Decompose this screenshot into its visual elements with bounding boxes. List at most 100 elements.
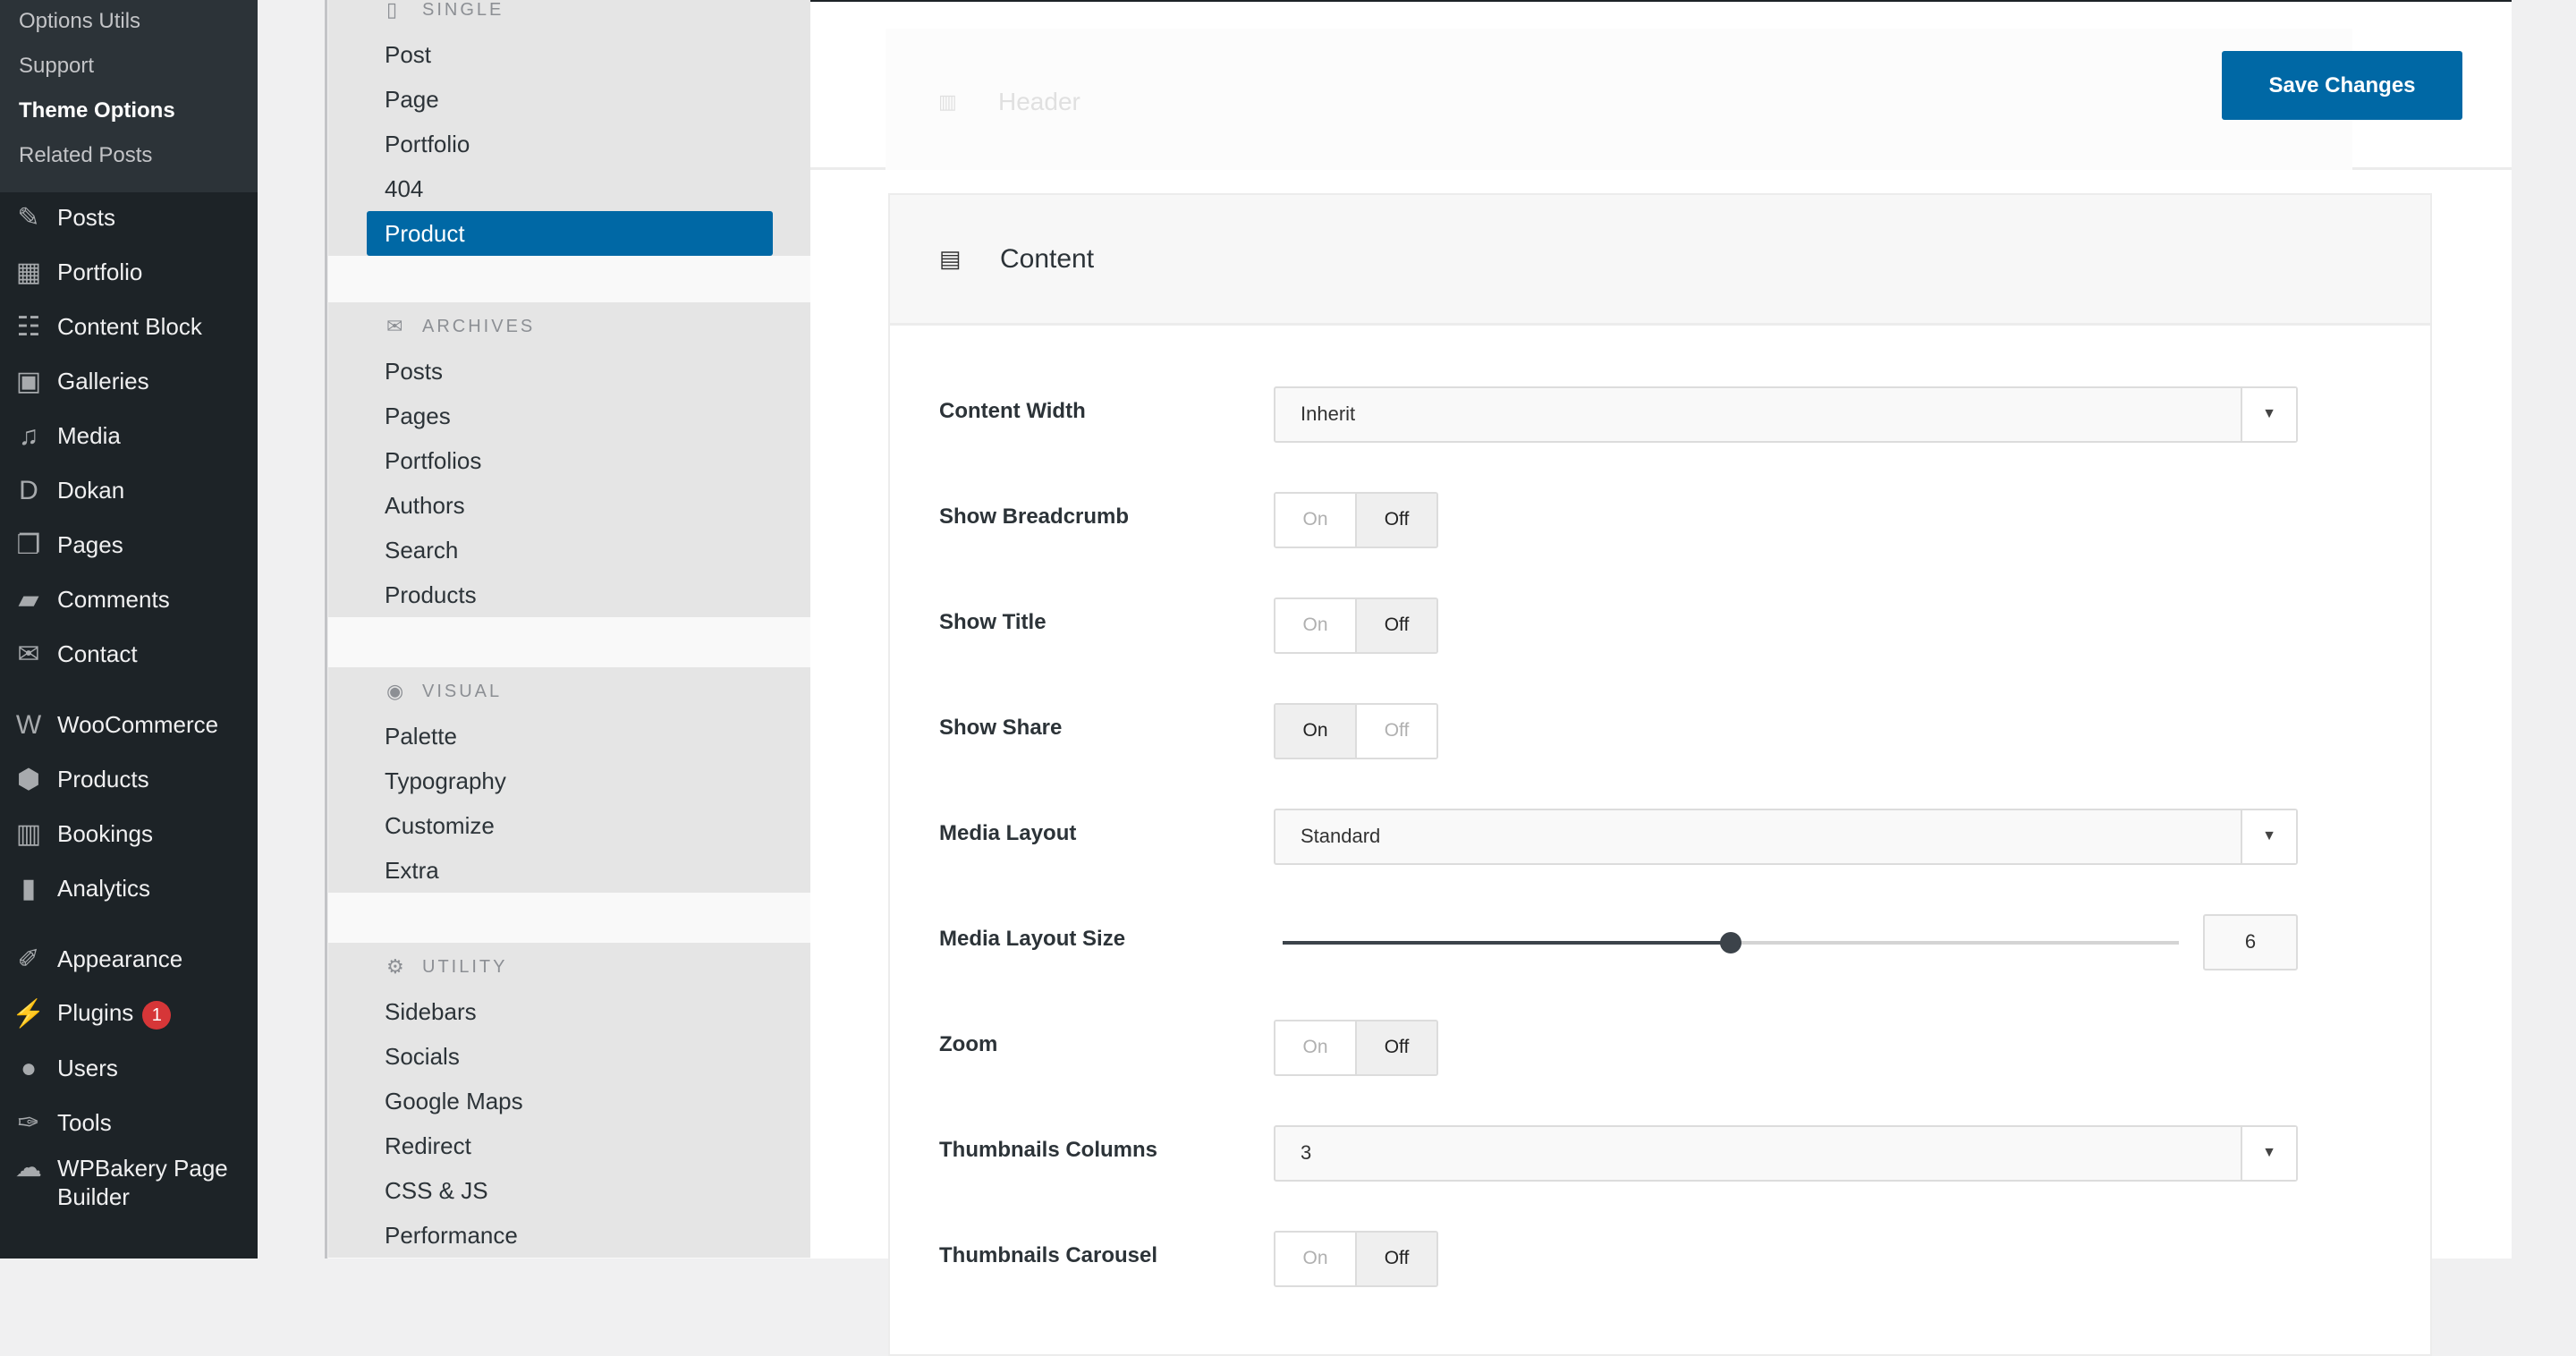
gallery-icon: ▣ [15,367,42,396]
menu-item[interactable]: ● Users [0,1041,258,1096]
update-count-badge: 1 [142,1000,172,1030]
toggle-on[interactable]: On [1275,1021,1355,1074]
menu-item[interactable]: ✐ Appearance [0,932,258,987]
nav-item[interactable]: Sidebars [367,989,773,1034]
slider-thumb[interactable] [1720,931,1741,953]
slider-track[interactable] [1283,931,2179,953]
chevron-down-icon[interactable]: ▼ [2241,1126,2296,1180]
menu-item[interactable]: ▦ Portfolio [0,245,258,300]
on-off-toggle[interactable]: On Off [1274,702,1438,759]
toggle-off[interactable]: Off [1355,1021,1436,1074]
content-section-header[interactable]: ▤ Content [890,195,2430,326]
field-control: On Off [1274,702,1438,759]
menu-item[interactable]: ☷ Content Block [0,300,258,354]
nav-item[interactable]: Products [367,572,773,617]
toggle-off[interactable]: Off [1355,1232,1436,1285]
gutter [258,0,327,1259]
menu-item[interactable]: ♫ Media [0,409,258,463]
nav-item[interactable]: Page [367,77,773,122]
nav-group-title: VISUAL [422,681,503,701]
menu-item-label: Posts [57,204,115,232]
on-off-toggle[interactable]: On Off [1274,491,1438,548]
field-label: Show Breadcrumb [939,504,1130,529]
calendar-icon: ▥ [15,819,42,849]
menu-label-text: Content Block [57,313,202,340]
toggle-on[interactable]: On [1275,704,1355,758]
menu-item[interactable]: ▣ Galleries [0,354,258,409]
menu-item[interactable]: ✉ Contact [0,627,258,682]
select-dropdown[interactable]: 3 ▼ [1274,1124,2298,1182]
on-off-toggle[interactable]: On Off [1274,1019,1438,1076]
menu-label-text: Media [57,422,121,449]
menu-item-label: Dokan [57,477,124,504]
nav-item[interactable]: Product [367,211,773,256]
menu-item-label: Portfolio [57,258,142,286]
field-control: On Off [1274,491,1438,548]
toggle-on[interactable]: On [1275,1232,1355,1285]
menu-item[interactable]: ⬢ Products [0,752,258,807]
on-off-toggle[interactable]: On Off [1274,597,1438,654]
menu-item[interactable]: ⚡ Plugins 1 [0,987,258,1041]
field-control: Standard ▼ [1274,808,2298,865]
nav-item[interactable]: Palette [367,714,773,759]
select-dropdown[interactable]: Standard ▼ [1274,808,2298,865]
toggle-off[interactable]: Off [1355,493,1436,547]
submenu-item[interactable]: Related Posts [19,143,152,168]
slider-value-input[interactable]: 6 [2203,913,2298,970]
nav-item[interactable]: Portfolios [367,438,773,483]
nav-group-single: ▯ SINGLE Post Page Portfolio 404 Product [328,0,810,256]
nav-item[interactable]: Post [367,32,773,77]
nav-item[interactable]: Customize [367,803,773,848]
toggle-on[interactable]: On [1275,598,1355,652]
menu-label-text: Portfolio [57,258,143,285]
menu-item-label: Appearance [57,945,182,973]
chevron-down-icon[interactable]: ▼ [2241,387,2296,441]
menu-item[interactable]: ✑ Tools [0,1096,258,1150]
menu-item[interactable]: W WooCommerce [0,698,258,752]
nav-item[interactable]: Socials [367,1034,773,1079]
select-value: 3 [1301,1141,1312,1164]
submenu-item[interactable]: Support [19,54,94,79]
menu-item-label: Media [57,422,121,450]
nav-item[interactable]: Extra [367,848,773,893]
nav-item[interactable]: Search [367,528,773,572]
submenu-item[interactable]: Options Utils [19,9,140,34]
range-slider[interactable]: 6 [1274,913,2298,970]
menu-item[interactable]: ☁ WPBakery Page Builder [0,1150,258,1224]
nav-item[interactable]: CSS & JS [367,1168,773,1213]
mail-icon: ✉ [17,640,40,669]
nav-group-header: ✉ ARCHIVES [328,304,810,349]
columns-icon: ▥ [938,90,957,113]
nav-item[interactable]: 404 [367,166,773,211]
field-label: Show Title [939,610,1046,634]
menu-item[interactable]: D Dokan [0,463,258,518]
nav-item[interactable]: Performance [367,1213,773,1258]
menu-item[interactable]: ▮ Analytics [0,861,258,916]
nav-item[interactable]: Google Maps [367,1079,773,1123]
header-section-title: Header [998,88,1080,115]
nav-item[interactable]: Posts [367,349,773,394]
toggle-on[interactable]: On [1275,493,1355,547]
nav-item[interactable]: Pages [367,394,773,438]
field-control: On Off [1274,597,1438,654]
nav-item[interactable]: Typography [367,759,773,803]
select-value: Standard [1301,825,1381,847]
chevron-down-icon[interactable]: ▼ [2241,809,2296,863]
field-row: Media Layout Standard ▼ [890,784,2430,889]
nav-item[interactable]: Authors [367,483,773,528]
submenu-item[interactable]: Theme Options [19,98,175,123]
nav-item[interactable]: Portfolio [367,122,773,166]
on-off-toggle[interactable]: On Off [1274,1230,1438,1287]
menu-item[interactable]: ▰ Comments [0,572,258,627]
menu-item[interactable]: ✎ Posts [0,191,258,245]
nav-item[interactable]: Redirect [367,1123,773,1168]
toggle-off[interactable]: Off [1355,598,1436,652]
select-dropdown[interactable]: Inherit ▼ [1274,386,2298,443]
save-changes-button[interactable]: Save Changes [2222,51,2462,120]
woo-icon: W [15,709,42,740]
nav-group-utility: ⚙ UTILITY Sidebars Socials Google Maps Redire… [328,943,810,1258]
slider-fill [1283,940,1731,945]
menu-item[interactable]: ▥ Bookings [0,807,258,861]
menu-item[interactable]: ❐ Pages [0,518,258,572]
toggle-off[interactable]: Off [1355,704,1436,758]
